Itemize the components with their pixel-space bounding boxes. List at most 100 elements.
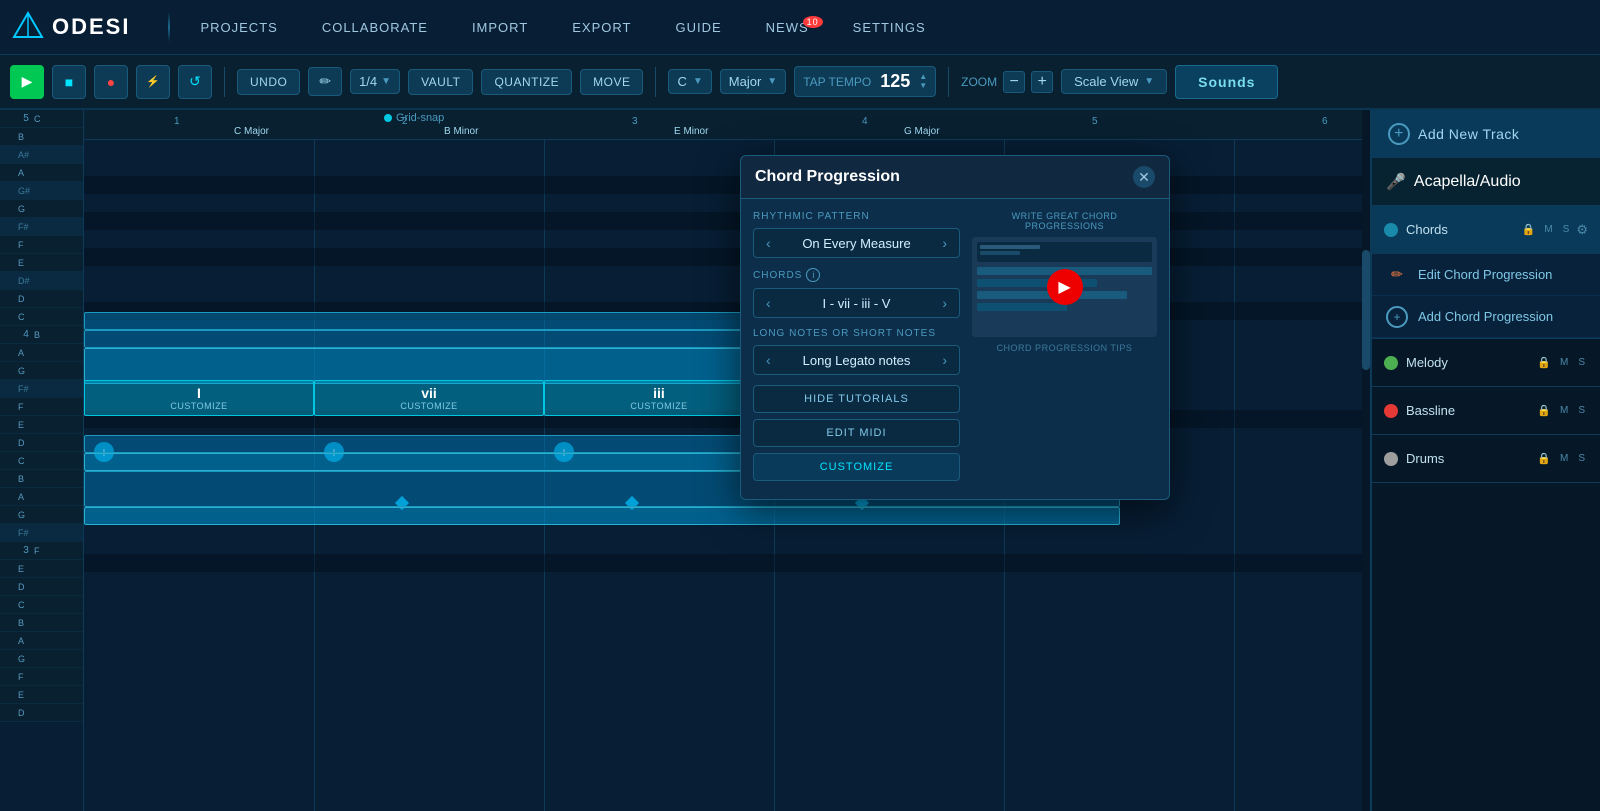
chords-selector[interactable]: ‹ I - vii - iii - V › bbox=[753, 288, 960, 318]
marker-6: 6 bbox=[1322, 116, 1328, 127]
stop-button[interactable]: ■ bbox=[52, 65, 86, 99]
play-button[interactable]: ▶ bbox=[10, 65, 44, 99]
add-chord-progression-button[interactable]: + Add Chord Progression bbox=[1372, 296, 1600, 338]
tempo-up[interactable]: ▲ bbox=[919, 73, 927, 81]
notes-prev-arrow[interactable]: ‹ bbox=[762, 352, 775, 368]
rhythmic-prev-arrow[interactable]: ‹ bbox=[762, 235, 775, 251]
chords-lock-icon[interactable]: 🔒 bbox=[1520, 221, 1538, 238]
nav-guide[interactable]: GUIDE bbox=[653, 14, 743, 41]
time-sig[interactable]: 1/4 ▼ bbox=[350, 69, 400, 94]
bassline-track[interactable]: Bassline 🔒 M S bbox=[1372, 387, 1600, 435]
piano-key-17: E bbox=[0, 416, 83, 434]
move-button[interactable]: MOVE bbox=[580, 69, 643, 95]
scrollbar-v[interactable] bbox=[1362, 110, 1370, 811]
nav-collaborate[interactable]: COLLABORATE bbox=[300, 14, 450, 41]
chords-next-arrow[interactable]: › bbox=[938, 295, 951, 311]
chords-s-button[interactable]: S bbox=[1560, 222, 1573, 237]
video-section-info: chord progression tips bbox=[972, 343, 1157, 353]
zoom-in-button[interactable]: + bbox=[1031, 71, 1053, 93]
piano-key-23: F# bbox=[0, 524, 83, 542]
chord-label-e: E Minor bbox=[674, 126, 708, 137]
melody-lock-icon[interactable]: 🔒 bbox=[1535, 354, 1553, 371]
time-sig-arrow[interactable]: ▼ bbox=[381, 76, 391, 87]
drums-lock-icon[interactable]: 🔒 bbox=[1535, 450, 1553, 467]
edit-midi-button[interactable]: EDIT MIDI bbox=[753, 419, 960, 447]
modal-close-button[interactable]: ✕ bbox=[1133, 166, 1155, 188]
piano-roll: 5CBA#AG#GF#FED#DC4BAGF#FEDCBAGF#3FEDCBAG… bbox=[0, 110, 84, 811]
add-chord-plus-icon: + bbox=[1386, 306, 1408, 328]
track-area[interactable]: 1 C Major 2 B Minor 3 E Minor 4 G Major … bbox=[84, 110, 1370, 811]
melody-track[interactable]: Melody 🔒 M S bbox=[1372, 339, 1600, 387]
tempo-down[interactable]: ▼ bbox=[919, 82, 927, 90]
edit-pencil-icon: ✏ bbox=[1386, 264, 1408, 286]
pencil-button[interactable]: ✏ bbox=[308, 67, 342, 96]
edit-chord-progression-button[interactable]: ✏ Edit Chord Progression bbox=[1372, 254, 1600, 296]
add-new-track-button[interactable]: + Add New Track bbox=[1372, 110, 1600, 158]
loop-button[interactable]: ↺ bbox=[178, 65, 212, 99]
chords-section-label: CHORDS bbox=[753, 270, 802, 281]
chord-label-c: C Major bbox=[234, 126, 269, 137]
chords-prev-arrow[interactable]: ‹ bbox=[762, 295, 775, 311]
nav-settings[interactable]: SETTINGS bbox=[831, 14, 948, 41]
track-grid[interactable]: I CUSTOMIZE vii CUSTOMIZE iii CUSTOMIZE … bbox=[84, 140, 1370, 811]
quantize-button[interactable]: QUANTIZE bbox=[481, 69, 572, 95]
toolbar-sep-3 bbox=[948, 67, 949, 97]
drums-m-button[interactable]: M bbox=[1557, 451, 1571, 466]
piano-key-0: 5C bbox=[0, 110, 83, 128]
melody-block-4 bbox=[84, 507, 1120, 525]
drums-track[interactable]: Drums 🔒 M S bbox=[1372, 435, 1600, 483]
chords-m-button[interactable]: M bbox=[1541, 222, 1555, 237]
rhythmic-next-arrow[interactable]: › bbox=[938, 235, 951, 251]
piano-key-7: F bbox=[0, 236, 83, 254]
chord-segment-i[interactable]: I CUSTOMIZE bbox=[84, 380, 314, 416]
record-button[interactable]: ● bbox=[94, 65, 128, 99]
notes-next-arrow[interactable]: › bbox=[938, 352, 951, 368]
zoom-out-button[interactable]: − bbox=[1003, 71, 1025, 93]
nav-import[interactable]: IMPORT bbox=[450, 14, 550, 41]
chords-value: I - vii - iii - V bbox=[781, 296, 933, 311]
melody-s-button[interactable]: S bbox=[1575, 355, 1588, 370]
notes-selector[interactable]: ‹ Long Legato notes › bbox=[753, 345, 960, 375]
chord-segment-vii[interactable]: vii CUSTOMIZE bbox=[314, 380, 544, 416]
tutorial-label: WRITE GREAT CHORD PROGRESSIONS bbox=[972, 211, 1157, 231]
bassline-m-button[interactable]: M bbox=[1557, 403, 1571, 418]
drums-track-name: Drums bbox=[1406, 451, 1527, 466]
piano-key-33: D bbox=[0, 704, 83, 722]
logo: ODESI bbox=[10, 9, 130, 45]
nav-export[interactable]: EXPORT bbox=[550, 14, 653, 41]
video-play-button[interactable]: ▶ bbox=[1047, 269, 1083, 305]
chords-track-header[interactable]: Chords 🔒 M S ⚙ bbox=[1372, 206, 1600, 254]
key-select[interactable]: C ▼ bbox=[668, 69, 711, 94]
sounds-button[interactable]: Sounds bbox=[1175, 65, 1278, 99]
piano-key-18: D bbox=[0, 434, 83, 452]
hide-tutorials-button[interactable]: HIDE TUTORIALS bbox=[753, 385, 960, 413]
piano-key-26: D bbox=[0, 578, 83, 596]
chords-gear-icon[interactable]: ⚙ bbox=[1576, 222, 1588, 238]
timeline-header: 1 C Major 2 B Minor 3 E Minor 4 G Major … bbox=[84, 110, 1370, 140]
melody-track-name: Melody bbox=[1406, 355, 1527, 370]
chords-track-controls: 🔒 M S ⚙ bbox=[1520, 221, 1588, 238]
nav-projects[interactable]: PROJECTS bbox=[178, 14, 299, 41]
drums-controls: 🔒 M S bbox=[1535, 450, 1588, 467]
scale-select[interactable]: Major ▼ bbox=[720, 69, 786, 94]
metronome-button[interactable]: ⚡ bbox=[136, 65, 170, 99]
video-thumbnail[interactable]: ▶ bbox=[972, 237, 1157, 337]
scrollbar-thumb[interactable] bbox=[1362, 250, 1370, 370]
grid-snap-label: Grid-snap bbox=[396, 112, 444, 124]
piano-key-31: F bbox=[0, 668, 83, 686]
acapella-label: Acapella/Audio bbox=[1414, 173, 1521, 191]
nav-news[interactable]: NEWS 10 bbox=[744, 14, 831, 41]
tempo-arrows: ▲ ▼ bbox=[919, 73, 927, 90]
melody-m-button[interactable]: M bbox=[1557, 355, 1571, 370]
scale-view-button[interactable]: Scale View ▼ bbox=[1061, 69, 1167, 94]
vault-button[interactable]: VAULT bbox=[408, 69, 473, 95]
acapella-track[interactable]: 🎤 Acapella/Audio bbox=[1372, 158, 1600, 206]
tap-tempo[interactable]: TAP TEMPO 125 ▲ ▼ bbox=[794, 66, 936, 97]
undo-button[interactable]: UNDO bbox=[237, 69, 300, 95]
rhythmic-pattern-selector[interactable]: ‹ On Every Measure › bbox=[753, 228, 960, 258]
drums-s-button[interactable]: S bbox=[1575, 451, 1588, 466]
customize-button[interactable]: CUSTOMIZE bbox=[753, 453, 960, 481]
piano-key-16: F bbox=[0, 398, 83, 416]
bassline-lock-icon[interactable]: 🔒 bbox=[1535, 402, 1553, 419]
bassline-s-button[interactable]: S bbox=[1575, 403, 1588, 418]
